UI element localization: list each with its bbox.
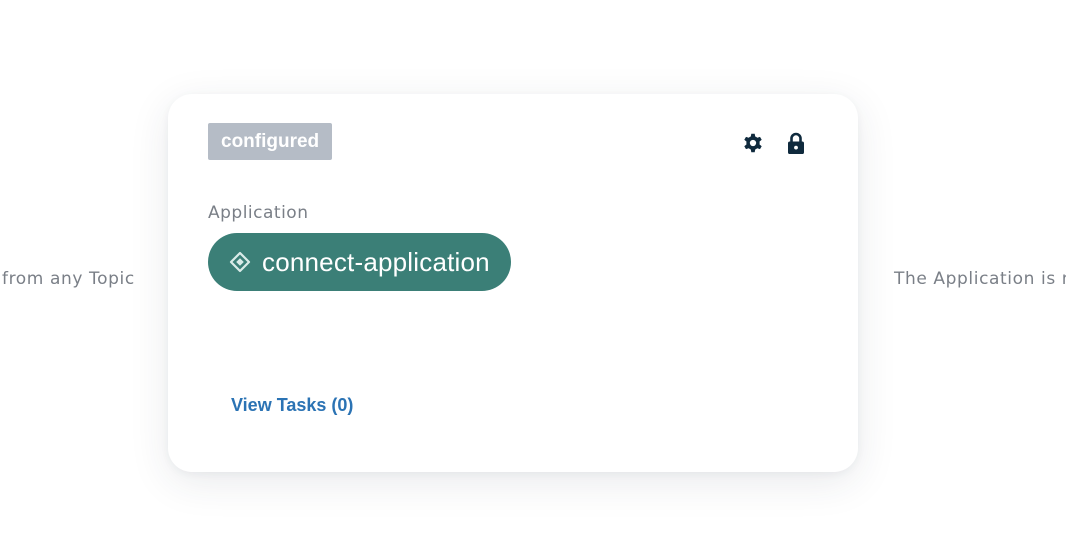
- application-name: connect-application: [262, 247, 490, 277]
- application-chip[interactable]: connect-application: [208, 233, 511, 291]
- application-card: configured Application connect-applicati…: [168, 94, 858, 472]
- lock-button[interactable]: [783, 130, 809, 156]
- application-section-label: Application: [208, 203, 309, 223]
- canvas: from any Topic The Application is n conf…: [0, 0, 1066, 537]
- background-application-text: The Application is n: [894, 269, 1066, 289]
- lock-icon: [788, 132, 804, 154]
- diamond-icon: [228, 250, 252, 274]
- settings-button[interactable]: [740, 130, 766, 156]
- background-topic-text: from any Topic: [2, 269, 135, 289]
- status-badge: configured: [208, 123, 333, 160]
- view-tasks-link[interactable]: View Tasks (0): [231, 394, 353, 416]
- gear-icon: [744, 133, 762, 153]
